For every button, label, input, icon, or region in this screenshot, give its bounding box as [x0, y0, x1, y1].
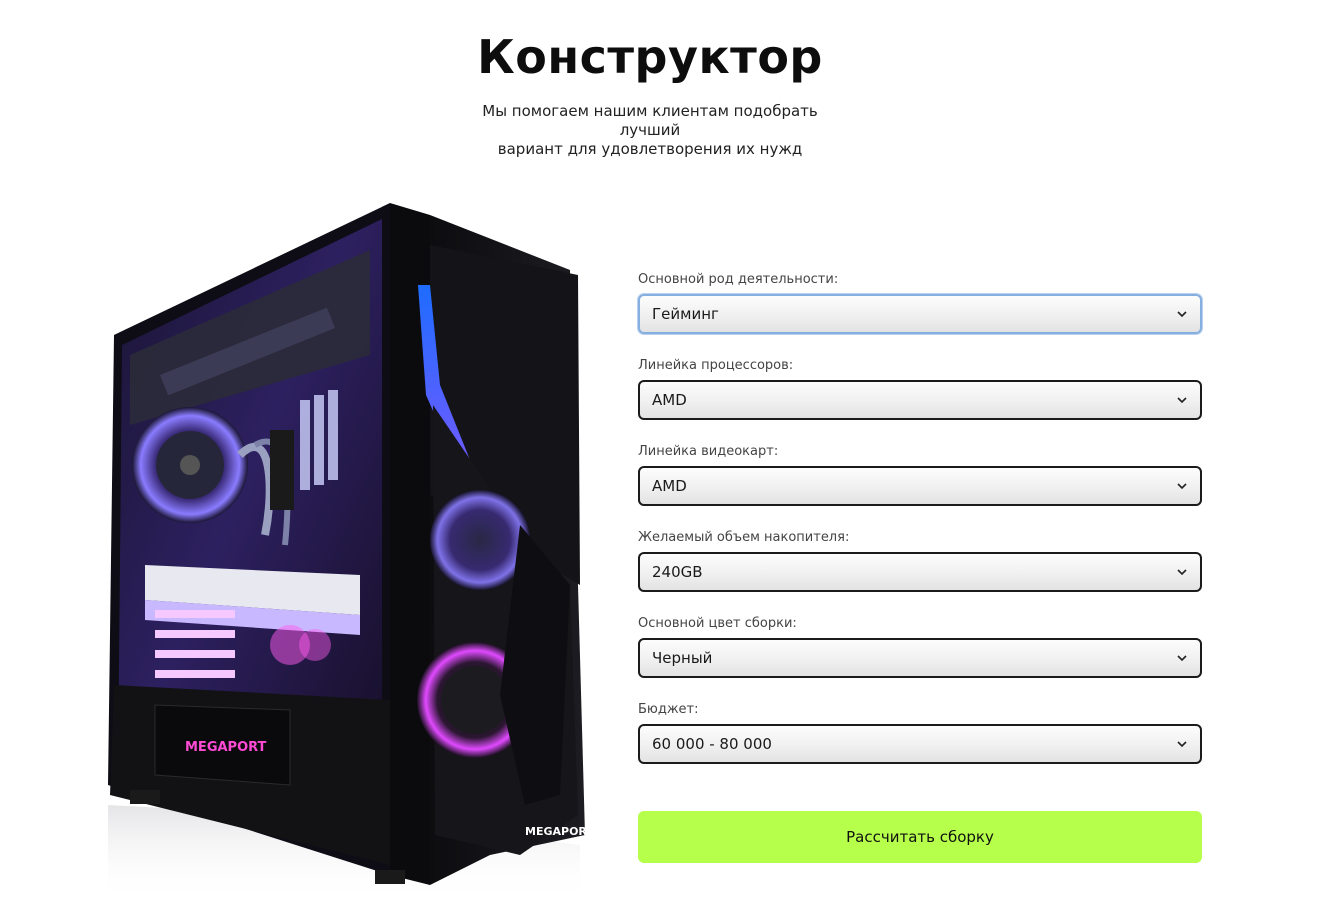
- chevron-down-icon: [1176, 480, 1188, 492]
- pc-case-image: MEGAPORT MEGAPORT: [108, 203, 594, 903]
- field-cpu-line: Линейка процессоров: AMD: [638, 358, 1202, 420]
- chevron-down-icon: [1176, 566, 1188, 578]
- configurator-form: Основной род деятельности: Гейминг Линей…: [638, 272, 1202, 788]
- field-color-label: Основной цвет сборки:: [638, 616, 797, 631]
- field-storage-label: Желаемый объем накопителя:: [638, 530, 850, 545]
- color-select[interactable]: Черный: [638, 638, 1202, 678]
- activity-select-value: Гейминг: [652, 305, 719, 323]
- cpu-line-select-value: AMD: [652, 391, 687, 409]
- chevron-down-icon: [1176, 652, 1188, 664]
- brand-logo-side: MEGAPORT: [185, 740, 267, 755]
- activity-select[interactable]: Гейминг: [638, 294, 1202, 334]
- field-activity-label: Основной род деятельности:: [638, 272, 839, 287]
- storage-select[interactable]: 240GB: [638, 552, 1202, 592]
- chevron-down-icon: [1176, 394, 1188, 406]
- field-gpu-line: Линейка видеокарт: AMD: [638, 444, 1202, 506]
- budget-select-value: 60 000 - 80 000: [652, 735, 772, 753]
- gpu-line-select-value: AMD: [652, 477, 687, 495]
- color-select-value: Черный: [652, 649, 713, 667]
- field-cpu-line-label: Линейка процессоров:: [638, 358, 794, 373]
- cpu-line-select[interactable]: AMD: [638, 380, 1202, 420]
- gpu-line-select[interactable]: AMD: [638, 466, 1202, 506]
- page-title: Конструктор: [477, 30, 823, 84]
- field-activity: Основной род деятельности: Гейминг: [638, 272, 1202, 334]
- storage-select-value: 240GB: [652, 563, 703, 581]
- subtitle-line-2: вариант для удовлетворения их нужд: [497, 140, 803, 158]
- budget-select[interactable]: 60 000 - 80 000: [638, 724, 1202, 764]
- page-subtitle: Мы помогаем нашим клиентам подобрать луч…: [450, 102, 850, 159]
- calculate-build-button[interactable]: Рассчитать сборку: [638, 811, 1202, 863]
- field-storage: Желаемый объем накопителя: 240GB: [638, 530, 1202, 592]
- field-color: Основной цвет сборки: Черный: [638, 616, 1202, 678]
- subtitle-line-1: Мы помогаем нашим клиентам подобрать луч…: [482, 102, 818, 139]
- chevron-down-icon: [1176, 308, 1188, 320]
- chevron-down-icon: [1176, 738, 1188, 750]
- brand-logo-front: MEGAPORT: [525, 825, 594, 838]
- field-budget-label: Бюджет:: [638, 702, 699, 717]
- field-budget: Бюджет: 60 000 - 80 000: [638, 702, 1202, 764]
- field-gpu-line-label: Линейка видеокарт:: [638, 444, 779, 459]
